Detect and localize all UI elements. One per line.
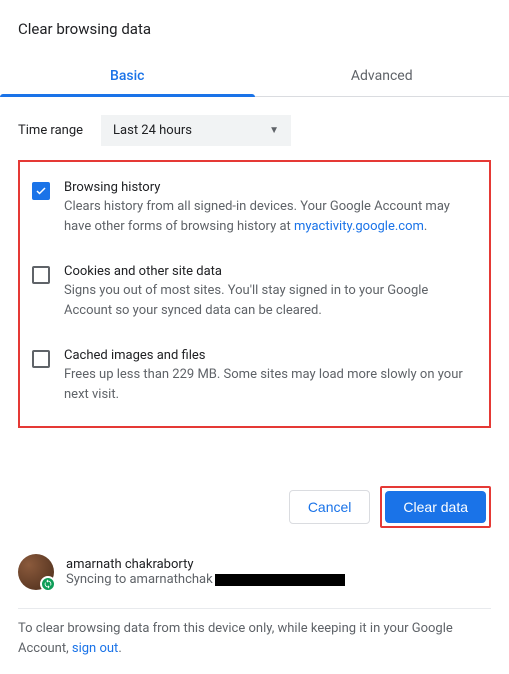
option-title: Cookies and other site data <box>64 264 477 279</box>
cancel-button[interactable]: Cancel <box>289 490 371 524</box>
option-cached: Cached images and files Frees up less th… <box>28 340 481 412</box>
options-highlight-box: Browsing history Clears history from all… <box>18 160 491 428</box>
time-range-select[interactable]: Last 24 hours ▼ <box>101 115 291 146</box>
option-title: Browsing history <box>64 180 477 195</box>
option-browsing-history: Browsing history Clears history from all… <box>28 172 481 244</box>
caret-down-icon: ▼ <box>269 125 279 136</box>
myactivity-link[interactable]: myactivity.google.com <box>294 219 424 234</box>
time-range-label: Time range <box>18 123 83 138</box>
checkbox-browsing-history[interactable] <box>32 182 50 200</box>
option-cookies: Cookies and other site data Signs you ou… <box>28 256 481 328</box>
checkbox-cached[interactable] <box>32 350 50 368</box>
tabs: Basic Advanced <box>0 56 509 97</box>
dialog-title: Clear browsing data <box>18 20 491 38</box>
option-title: Cached images and files <box>64 348 477 363</box>
tab-advanced[interactable]: Advanced <box>255 56 509 96</box>
dialog-actions: Cancel Clear data <box>18 486 491 528</box>
time-range-value: Last 24 hours <box>113 123 192 138</box>
footer-text: To clear browsing data from this device … <box>18 619 491 674</box>
tab-basic[interactable]: Basic <box>0 56 255 96</box>
divider <box>18 608 491 609</box>
time-range-row: Time range Last 24 hours ▼ <box>18 115 491 146</box>
profile-name: amarnath chakraborty <box>66 557 345 572</box>
sign-out-link[interactable]: sign out <box>72 641 118 656</box>
option-desc: Signs you out of most sites. You'll stay… <box>64 281 477 320</box>
sync-icon <box>40 576 56 592</box>
redacted-text <box>215 574 345 586</box>
clear-button-highlight: Clear data <box>380 486 491 528</box>
checkbox-cookies[interactable] <box>32 266 50 284</box>
profile-sync-status: Syncing to amarnathchak <box>66 572 345 587</box>
clear-data-button[interactable]: Clear data <box>385 491 486 523</box>
option-desc: Clears history from all signed-in device… <box>64 197 477 236</box>
option-desc: Frees up less than 229 MB. Some sites ma… <box>64 365 477 404</box>
avatar <box>18 554 54 590</box>
profile-row: amarnath chakraborty Syncing to amarnath… <box>18 550 491 594</box>
